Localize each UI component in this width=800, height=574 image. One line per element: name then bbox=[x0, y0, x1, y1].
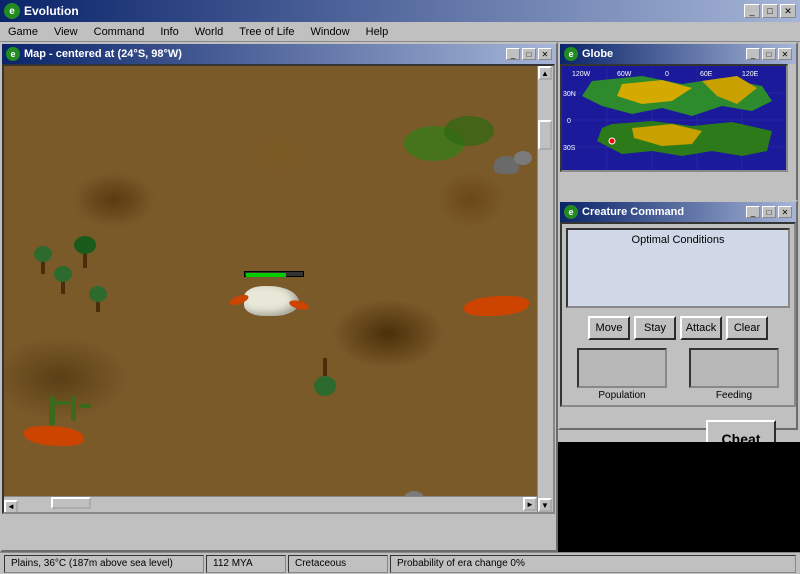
globe-window: e Globe _ □ ✕ bbox=[558, 42, 798, 202]
move-button[interactable]: Move bbox=[588, 316, 630, 340]
svg-text:30N: 30N bbox=[563, 91, 576, 98]
globe-map: 120W 60W 0 60E 120E 30N 0 30S bbox=[562, 66, 788, 172]
menu-world[interactable]: World bbox=[187, 25, 232, 39]
status-probability: Probability of era change 0% bbox=[390, 555, 796, 573]
map-close[interactable]: ✕ bbox=[538, 48, 552, 60]
command-buttons: Move Stay Attack Clear bbox=[566, 316, 790, 340]
svg-text:60W: 60W bbox=[617, 71, 632, 78]
svg-text:0: 0 bbox=[665, 71, 669, 78]
app-icon: e bbox=[4, 3, 20, 19]
creature-title-bar: e Creature Command _ □ ✕ bbox=[560, 202, 796, 222]
feeding-box bbox=[689, 348, 779, 388]
map-title: Map - centered at (24°S, 98°W) bbox=[24, 48, 506, 60]
close-button[interactable]: ✕ bbox=[780, 4, 796, 18]
map-icon: e bbox=[6, 47, 20, 61]
creature-title: Creature Command bbox=[582, 206, 746, 218]
menu-help[interactable]: Help bbox=[358, 25, 397, 39]
creature-maximize[interactable]: □ bbox=[762, 206, 776, 218]
optimal-conditions-panel: Optimal Conditions bbox=[566, 228, 790, 308]
map-maximize[interactable]: □ bbox=[522, 48, 536, 60]
title-bar-buttons: _ □ ✕ bbox=[744, 4, 796, 18]
map-minimize[interactable]: _ bbox=[506, 48, 520, 60]
app-title: Evolution bbox=[24, 4, 744, 18]
menu-game[interactable]: Game bbox=[0, 25, 46, 39]
rocks-2 bbox=[514, 151, 532, 165]
svg-text:120E: 120E bbox=[742, 71, 759, 78]
globe-maximize[interactable]: □ bbox=[762, 48, 776, 60]
population-label: Population bbox=[577, 390, 667, 401]
creature-stats: Population Feeding bbox=[566, 348, 790, 401]
title-bar: e Evolution _ □ ✕ bbox=[0, 0, 800, 22]
optimal-conditions-label: Optimal Conditions bbox=[632, 234, 725, 246]
map-title-bar: e Map - centered at (24°S, 98°W) _ □ ✕ bbox=[2, 44, 556, 64]
main-creature bbox=[244, 286, 299, 316]
scrollbar-vertical[interactable]: ▲ ▼ bbox=[537, 66, 553, 512]
globe-title: Globe bbox=[582, 48, 746, 60]
svg-text:60E: 60E bbox=[700, 71, 713, 78]
status-bar: Plains, 36°C (187m above sea level) 112 … bbox=[0, 552, 800, 574]
status-era: Cretaceous bbox=[288, 555, 388, 573]
globe-icon: e bbox=[564, 47, 578, 61]
svg-text:0: 0 bbox=[567, 118, 571, 125]
creature-close[interactable]: ✕ bbox=[778, 206, 792, 218]
scrollbar-horizontal[interactable]: ◄ ► bbox=[4, 496, 537, 512]
maximize-button[interactable]: □ bbox=[762, 4, 778, 18]
globe-title-bar: e Globe _ □ ✕ bbox=[560, 44, 796, 64]
menu-tree-of-life[interactable]: Tree of Life bbox=[231, 25, 302, 39]
globe-viewport[interactable]: 120W 60W 0 60E 120E 30N 0 30S bbox=[560, 64, 788, 172]
menu-info[interactable]: Info bbox=[152, 25, 186, 39]
population-box bbox=[577, 348, 667, 388]
clear-button[interactable]: Clear bbox=[726, 316, 768, 340]
globe-close[interactable]: ✕ bbox=[778, 48, 792, 60]
menu-window[interactable]: Window bbox=[303, 25, 358, 39]
map-viewport[interactable]: ▲ ▼ ◄ ► bbox=[2, 64, 555, 514]
svg-text:30S: 30S bbox=[563, 145, 576, 152]
minimize-button[interactable]: _ bbox=[744, 4, 760, 18]
creature-content: Optimal Conditions Move Stay Attack Clea… bbox=[560, 222, 796, 407]
menu-bar: Game View Command Info World Tree of Lif… bbox=[0, 22, 800, 42]
creature-icon: e bbox=[564, 205, 578, 219]
globe-minimize[interactable]: _ bbox=[746, 48, 760, 60]
vegetation-top-right-2 bbox=[444, 116, 494, 146]
feeding-label: Feeding bbox=[689, 390, 779, 401]
stay-button[interactable]: Stay bbox=[634, 316, 676, 340]
menu-view[interactable]: View bbox=[46, 25, 86, 39]
menu-command[interactable]: Command bbox=[86, 25, 153, 39]
creature-minimize[interactable]: _ bbox=[746, 206, 760, 218]
attack-button[interactable]: Attack bbox=[680, 316, 722, 340]
map-window: e Map - centered at (24°S, 98°W) _ □ ✕ bbox=[0, 42, 558, 552]
status-year: 112 MYA bbox=[206, 555, 286, 573]
right-panel-bottom bbox=[558, 442, 800, 552]
status-location: Plains, 36°C (187m above sea level) bbox=[4, 555, 204, 573]
svg-text:120W: 120W bbox=[572, 71, 591, 78]
creature-window: e Creature Command _ □ ✕ Optimal Conditi… bbox=[558, 200, 798, 430]
